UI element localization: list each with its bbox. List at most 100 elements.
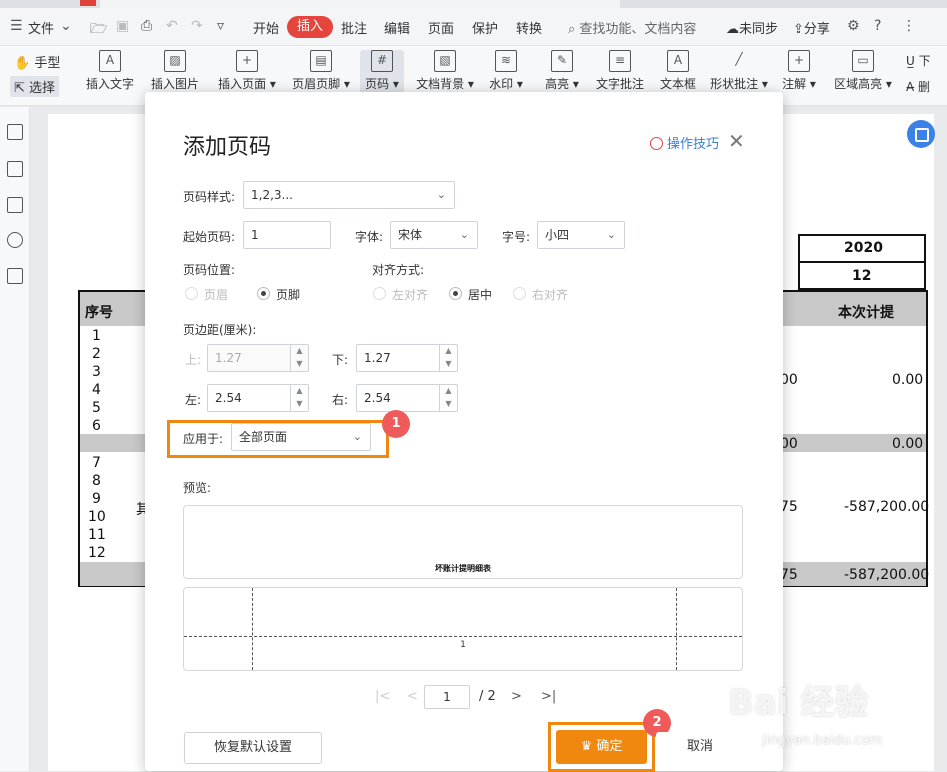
apply-value: 全部页面 [239, 430, 288, 444]
tool-label: 文字批注 [595, 77, 644, 91]
tab-convert[interactable]: 转换 [516, 18, 542, 37]
radio-left-align[interactable] [373, 287, 386, 300]
apply-label: 应用于: [183, 432, 224, 446]
preview-page-number: 1 [460, 640, 466, 650]
style-label: 页码样式: [183, 190, 236, 204]
hand-tool[interactable]: ✋ 手型 [14, 52, 60, 71]
reset-button[interactable]: 恢复默认设置 [184, 732, 322, 764]
tab-edit[interactable]: 编辑 [384, 18, 410, 37]
tab-protect[interactable]: 保护 [472, 18, 498, 37]
undo-icon[interactable]: ↶ [166, 18, 178, 34]
right-margin-input[interactable]: 2.54 ▲ ▼ [356, 384, 458, 412]
left-stepper[interactable]: ▲ ▼ [290, 384, 308, 412]
menu-file[interactable]: 文件 [28, 18, 54, 37]
select-tool[interactable]: ⇱ 选择 [10, 76, 60, 97]
sync-status[interactable]: ☁未同步 [726, 18, 778, 37]
underline-tool[interactable]: U̲ 下 [906, 52, 931, 69]
tool-label: 高亮 ▾ [545, 77, 579, 91]
open-folder-icon[interactable]: 🗁 [90, 18, 107, 42]
text-comment-icon: ≡ [609, 50, 631, 72]
tab-insert[interactable]: 插入 [287, 16, 333, 38]
insert-text-tool[interactable]: A 插入文字 [84, 50, 136, 92]
radio-header[interactable] [185, 287, 198, 300]
top-margin-input[interactable]: 1.27 ▲ ▼ [207, 344, 309, 372]
footer-option[interactable]: 页脚 [276, 286, 300, 303]
save-icon[interactable]: ▣ [116, 18, 129, 34]
comment-icon[interactable] [7, 197, 23, 213]
textbox-tool[interactable]: A 文本框 [658, 50, 698, 92]
tool-label: 插入文字 [85, 77, 134, 91]
amount-cell: -587,200.00 [844, 567, 930, 583]
strike-tool[interactable]: A̶ 删 [906, 78, 930, 95]
highlight-tool[interactable]: ✎ 高亮 ▾ [542, 50, 582, 92]
page-input[interactable]: 1 [424, 685, 470, 709]
bottom-stepper[interactable]: ▲ ▼ [439, 344, 457, 372]
month-cell: 12 [852, 268, 872, 284]
radio-footer[interactable] [257, 287, 270, 300]
left-sidebar [0, 107, 30, 771]
style-select[interactable]: 1,2,3... ⌄ [243, 181, 455, 209]
more-dots-icon[interactable]: ⋮ [902, 18, 916, 34]
left-margin-input[interactable]: 2.54 ▲ ▼ [207, 384, 309, 412]
header-footer-tool[interactable]: ▤ 页眉页脚 ▾ [290, 50, 352, 92]
prev-page-icon[interactable]: < [407, 689, 418, 704]
center-option[interactable]: 居中 [468, 286, 492, 303]
tab-start[interactable]: 开始 [253, 18, 279, 37]
insert-page-tool[interactable]: + 插入页面 ▾ [216, 50, 278, 92]
bookmark-icon[interactable] [7, 124, 23, 140]
insert-image-tool[interactable]: ▨ 插入图片 [148, 50, 202, 92]
font-select[interactable]: 宋体 ⌄ [390, 221, 478, 249]
more-icon[interactable]: ▿ [217, 18, 224, 34]
right-stepper[interactable]: ▲ ▼ [439, 384, 457, 412]
radio-center[interactable] [449, 287, 462, 300]
gear-icon[interactable]: ⚙ [847, 18, 860, 34]
close-icon[interactable]: ✕ [728, 129, 745, 153]
background-tool[interactable]: ▧ 文档背景 ▾ [414, 50, 476, 92]
hand-icon: ✋ [14, 56, 31, 71]
sync-label: 未同步 [739, 22, 779, 37]
last-page-icon[interactable]: >| [541, 689, 556, 704]
tab-page[interactable]: 页面 [428, 18, 454, 37]
doc-tab[interactable] [100, 0, 620, 8]
redo-icon[interactable]: ↷ [191, 18, 203, 34]
attachment-icon[interactable] [7, 232, 23, 248]
tool-label: 区域高亮 ▾ [834, 77, 892, 91]
area-highlight-tool[interactable]: ▭ 区域高亮 ▾ [834, 50, 892, 92]
thumbnail-icon[interactable] [7, 161, 23, 177]
doc-tab-icon[interactable] [80, 0, 96, 6]
preview-title: 坏账计提明细表 [435, 564, 491, 573]
bottom-margin-input[interactable]: 1.27 ▲ ▼ [356, 344, 458, 372]
row-num: 5 [92, 400, 101, 416]
position-label: 页码位置: [183, 263, 236, 277]
chevron-down-icon[interactable]: ⌄ [60, 18, 72, 34]
apply-select[interactable]: 全部页面 ⌄ [231, 423, 371, 451]
search-placeholder: 查找功能、文档内容 [579, 22, 697, 37]
sign-icon[interactable] [7, 268, 23, 284]
next-page-icon[interactable]: > [511, 689, 522, 704]
tab-comment[interactable]: 批注 [341, 18, 367, 37]
float-tool-icon[interactable] [907, 120, 935, 148]
radio-right-align[interactable] [513, 287, 526, 300]
tips-link[interactable]: 操作技巧 [650, 133, 719, 152]
left-align-option[interactable]: 左对齐 [392, 286, 428, 303]
ok-button[interactable]: ♛ 确定 [556, 730, 647, 764]
right-align-option[interactable]: 右对齐 [532, 286, 568, 303]
underline-icon: U̲ [906, 54, 919, 68]
header-option[interactable]: 页眉 [204, 286, 228, 303]
hamburger-icon[interactable]: ☰ [10, 18, 23, 34]
shape-comment-tool[interactable]: ╱ 形状批注 ▾ [708, 50, 770, 92]
search-box[interactable]: ⌕ 查找功能、文档内容 [568, 18, 696, 37]
select-label: 选择 [29, 81, 56, 96]
start-page-input[interactable]: 1 [243, 221, 331, 249]
first-page-icon[interactable]: |< [375, 689, 390, 704]
tool-label: 页码 ▾ [365, 77, 399, 91]
size-select[interactable]: 小四 ⌄ [537, 221, 625, 249]
cancel-button[interactable]: 取消 [656, 732, 744, 764]
top-stepper[interactable]: ▲ ▼ [290, 344, 308, 372]
text-comment-tool[interactable]: ≡ 文字批注 [594, 50, 646, 92]
watermark-tool[interactable]: ≋ 水印 ▾ [486, 50, 526, 92]
help-icon[interactable]: ? [874, 18, 881, 34]
annotation-tool[interactable]: + 注解 ▾ [782, 50, 816, 92]
print-icon[interactable]: ⎙ [141, 18, 152, 34]
share-button[interactable]: ⇪分享 [793, 18, 830, 37]
